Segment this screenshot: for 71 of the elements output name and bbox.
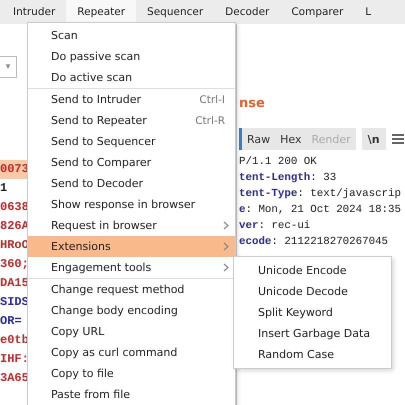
view-tab[interactable]: Raw — [242, 132, 276, 146]
submenu-item[interactable]: Random Case — [234, 344, 391, 365]
menu-item[interactable]: Change body encoding — [28, 300, 235, 321]
shortcut-label: Ctrl-R — [195, 114, 225, 126]
menu-item-label: Copy to file — [51, 367, 115, 380]
submenu-item[interactable]: Unicode Encode — [234, 260, 391, 281]
menu-item-label: Scan — [51, 29, 79, 42]
menu-item-label: Do active scan — [51, 71, 134, 84]
response-title: nse — [239, 96, 265, 111]
menu-item[interactable]: Copy URL — [28, 321, 235, 342]
request-code-line: 3A65 — [0, 370, 30, 387]
menu-item[interactable]: Do passive scan — [28, 46, 235, 67]
request-code-line: IHF: — [0, 351, 30, 368]
menu-item-label: Copy URL — [51, 325, 106, 338]
menu-item[interactable]: Engagement tools — [28, 257, 235, 278]
tool-tab[interactable]: L — [354, 0, 382, 24]
menu-item-label: Send to Decoder — [51, 177, 144, 190]
chevron-right-icon — [223, 221, 229, 230]
request-code-line: 1 — [0, 180, 8, 197]
menu-item[interactable]: Send to Intruder Ctrl-I — [28, 89, 235, 110]
newline-button[interactable]: \n — [362, 128, 386, 150]
submenu-item[interactable]: Split Keyword — [234, 302, 391, 323]
menu-item[interactable]: Request in browser — [28, 215, 235, 236]
tool-tab[interactable]: Comparer — [280, 0, 354, 24]
response-header-line: tent-Type: text/javascrip — [239, 187, 401, 202]
request-code-line: 826A — [0, 218, 30, 235]
request-code-line: DA15 — [0, 275, 30, 292]
menu-item-label: Request in browser — [51, 219, 158, 232]
tool-tab[interactable]: Intruder — [2, 0, 66, 24]
view-tab[interactable]: Hex — [275, 132, 306, 146]
menu-item-label: Send to Comparer — [51, 156, 152, 169]
menu-item-label: Send to Repeater — [51, 114, 148, 127]
menu-item-label: Change body encoding — [51, 304, 179, 317]
menu-icon[interactable] — [392, 134, 404, 144]
shortcut-label: Ctrl-I — [199, 94, 225, 106]
menu-item[interactable]: Show response in browser — [28, 194, 235, 215]
menu-item[interactable]: Change request method — [28, 279, 235, 300]
chevron-right-icon — [223, 242, 229, 251]
menu-item[interactable]: Copy to file — [28, 363, 235, 384]
request-code-line: 0638 — [0, 199, 30, 216]
menu-item[interactable]: Paste from file — [28, 384, 235, 405]
tool-tab[interactable]: Sequencer — [136, 0, 214, 24]
response-header-line: ecode: 2112218270267045 — [239, 235, 388, 250]
request-code-line: OR= — [0, 313, 23, 330]
request-code-line: 360; — [0, 256, 30, 273]
response-header-line: ver: rec-ui — [239, 219, 310, 234]
menu-item-label: Paste from file — [51, 388, 132, 401]
menu-item[interactable]: Send to Repeater Ctrl-R — [28, 110, 235, 131]
menu-item-label: Send to Intruder — [51, 93, 142, 106]
menu-item-label: Send to Sequencer — [51, 135, 157, 148]
menu-item[interactable]: Send to Sequencer — [28, 131, 235, 152]
menu-item[interactable]: Do active scan — [28, 67, 235, 88]
response-header-line: e: Mon, 21 Oct 2024 18:35 — [239, 203, 401, 218]
menu-item-label: Copy as curl command — [51, 346, 178, 359]
menu-item-label: Do passive scan — [51, 50, 142, 63]
tool-tab[interactable]: Repeater — [66, 0, 136, 24]
menu-item[interactable]: Extensions — [28, 236, 235, 257]
menu-item-label: Show response in browser — [51, 198, 196, 211]
request-code-line: SIDS — [0, 294, 30, 311]
tool-tab[interactable]: Decoder — [214, 0, 280, 24]
menu-item-label: Engagement tools — [51, 261, 152, 274]
menu-item[interactable]: Copy as curl command — [28, 342, 235, 363]
menu-item-label: Extensions — [51, 240, 112, 253]
menu-item[interactable]: Scan — [28, 25, 235, 46]
submenu-item[interactable]: Unicode Decode — [234, 281, 391, 302]
menu-item-label: Change request method — [51, 283, 186, 296]
response-header-line: P/1.1 200 OK — [239, 155, 317, 170]
chevron-right-icon — [223, 263, 229, 272]
response-header-line: tent-Length: 33 — [239, 171, 336, 186]
submenu-item[interactable]: Insert Garbage Data — [234, 323, 391, 344]
dropdown-button[interactable]: ▾ — [0, 56, 17, 78]
